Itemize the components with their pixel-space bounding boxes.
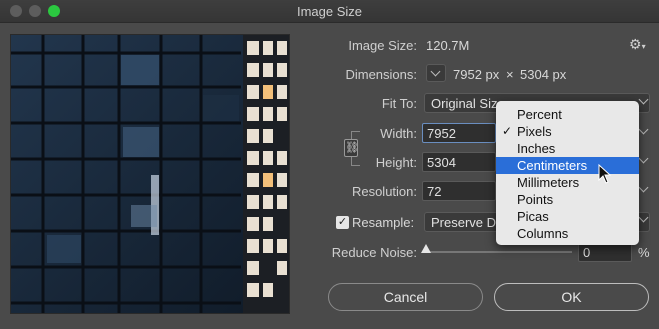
chain-link-icon[interactable]: ⛓ (344, 139, 359, 157)
mouse-cursor-icon (598, 164, 612, 184)
reduce-noise-slider-thumb[interactable] (421, 244, 431, 253)
resample-value: Preserve De (431, 215, 504, 230)
image-preview[interactable] (10, 34, 290, 314)
ok-button[interactable]: OK (494, 283, 649, 311)
fit-to-value: Original Size (431, 96, 505, 111)
menu-item-label: Centimeters (517, 158, 588, 173)
menu-item-columns[interactable]: Columns (496, 225, 639, 242)
menu-item-label: Points (517, 192, 554, 207)
image-size-value: 120.7M (426, 38, 470, 53)
menu-item-percent[interactable]: Percent (496, 106, 639, 123)
menu-item-millimeters[interactable]: Millimeters (496, 174, 639, 191)
cancel-button[interactable]: Cancel (328, 283, 483, 311)
height-label: Height: (375, 155, 417, 170)
checkmark-icon: ✓ (502, 124, 513, 138)
reduce-noise-input[interactable] (578, 242, 632, 262)
building-photo (11, 35, 289, 313)
width-label: Width: (380, 126, 417, 141)
height-unit-chevron-icon (638, 153, 649, 164)
menu-item-label: Millimeters (517, 175, 580, 190)
resolution-label: Resolution: (351, 184, 417, 199)
reduce-noise-label: Reduce Noise: (331, 245, 417, 260)
width-input[interactable] (422, 123, 496, 143)
menu-item-centimeters[interactable]: Centimeters (496, 157, 639, 174)
image-size-dialog: Image Size Image Size: 120.7M ⚙▾ Dimensi… (0, 0, 659, 329)
image-size-label: Image Size: (348, 38, 417, 53)
menu-item-label: Percent (517, 107, 562, 122)
resample-checkbox[interactable]: ✓ (336, 216, 349, 229)
title-bar: Image Size (0, 0, 659, 23)
dimensions-separator: × (506, 67, 514, 82)
reduce-noise-slider-track[interactable] (426, 251, 572, 253)
menu-item-label: Columns (517, 226, 569, 241)
window-title: Image Size (296, 4, 363, 19)
menu-item-pixels[interactable]: ✓ Pixels (496, 123, 639, 140)
chevron-down-icon (430, 66, 441, 77)
units-dropdown-menu: Percent ✓ Pixels Inches Centimeters Milli… (496, 101, 639, 245)
resample-label: Resample: (352, 215, 415, 230)
reduce-noise-unit: % (638, 245, 650, 260)
height-input[interactable] (422, 152, 496, 172)
resolution-input[interactable] (422, 181, 496, 201)
menu-item-label: Picas (517, 209, 549, 224)
dimensions-width: 7952 px (453, 67, 500, 82)
dimensions-height: 5304 px (520, 67, 567, 82)
menu-item-label: Inches (517, 141, 556, 156)
resolution-unit-chevron-icon (638, 182, 649, 193)
menu-item-picas[interactable]: Picas (496, 208, 639, 225)
dimensions-unit-dropdown[interactable] (426, 64, 446, 82)
gear-icon[interactable]: ⚙▾ (629, 36, 646, 53)
menu-item-points[interactable]: Points (496, 191, 639, 208)
fit-to-label: Fit To: (381, 96, 417, 111)
width-unit-chevron-icon (638, 124, 649, 135)
menu-item-inches[interactable]: Inches (496, 140, 639, 157)
menu-item-label: Pixels (517, 124, 552, 139)
dimensions-label: Dimensions: (345, 67, 417, 82)
